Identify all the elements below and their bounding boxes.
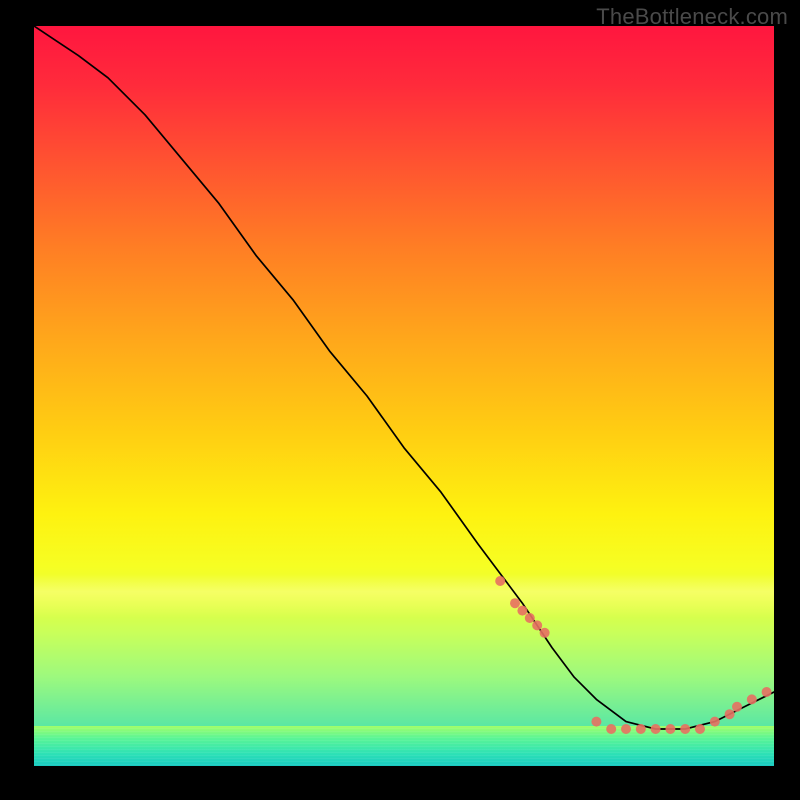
highlight-dot — [532, 620, 542, 630]
highlight-dots-group — [495, 576, 771, 734]
highlight-dot — [725, 709, 735, 719]
highlight-dot — [525, 613, 535, 623]
highlight-dot — [747, 694, 757, 704]
highlight-dot — [495, 576, 505, 586]
curve-layer — [34, 26, 774, 766]
highlight-dot — [517, 606, 527, 616]
highlight-dot — [636, 724, 646, 734]
plot-area — [34, 26, 774, 766]
chart-frame: TheBottleneck.com — [0, 0, 800, 800]
highlight-dot — [606, 724, 616, 734]
highlight-dot — [732, 702, 742, 712]
bottleneck-curve-path — [34, 26, 774, 729]
highlight-dot — [762, 687, 772, 697]
highlight-dot — [665, 724, 675, 734]
highlight-dot — [591, 717, 601, 727]
highlight-dot — [680, 724, 690, 734]
highlight-dot — [651, 724, 661, 734]
highlight-dot — [621, 724, 631, 734]
highlight-dot — [540, 628, 550, 638]
plot-outer — [34, 26, 774, 766]
highlight-dot — [695, 724, 705, 734]
highlight-dot — [510, 598, 520, 608]
highlight-dot — [710, 717, 720, 727]
